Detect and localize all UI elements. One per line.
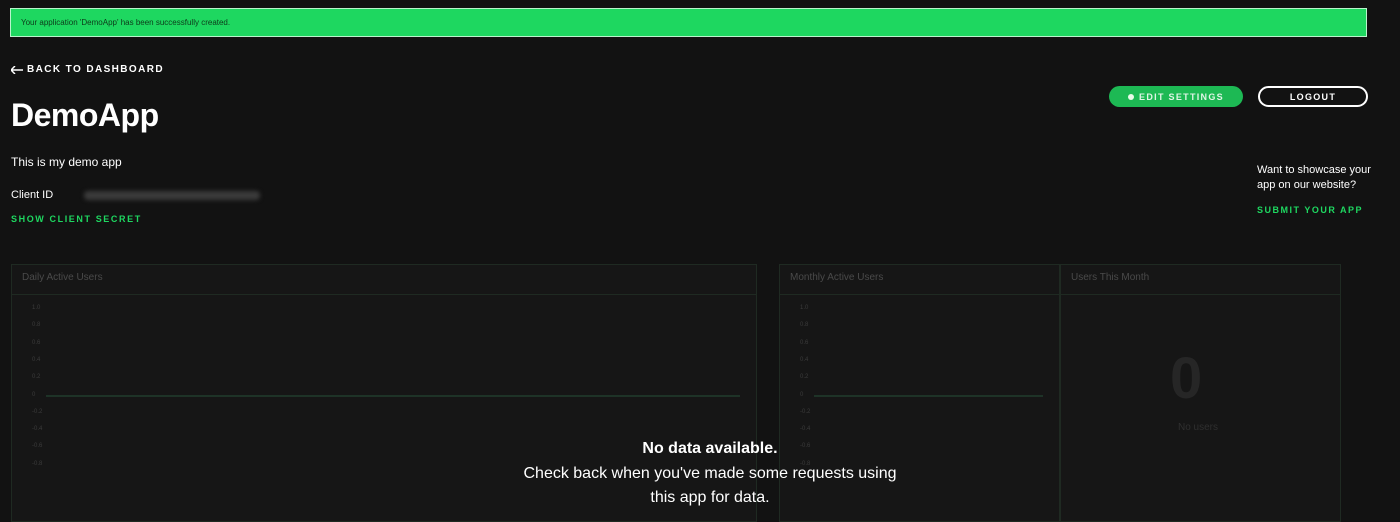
empty-state-heading: No data available. (642, 440, 778, 457)
panel-title: Daily Active Users (22, 272, 103, 283)
y-tick-label: -0.4 (32, 426, 43, 433)
success-banner: Your application 'DemoApp' has been succ… (10, 8, 1367, 37)
y-tick-label: 0.8 (32, 322, 41, 329)
y-tick-label: -0.6 (32, 443, 43, 450)
panel-header: Users This Month (1061, 265, 1340, 295)
y-tick-label: -0.4 (800, 426, 811, 433)
y-tick-label: 1.0 (800, 305, 809, 311)
showcase-text: Want to showcase your app on our website… (1257, 164, 1371, 191)
y-tick-label: 0.6 (32, 339, 41, 346)
empty-state: No data available. Check back when you'v… (520, 440, 900, 510)
edit-settings-label: EDIT SETTINGS (1139, 91, 1224, 102)
y-tick-label: 0 (800, 391, 804, 398)
y-tick-label: 0.8 (800, 322, 809, 329)
y-tick-label: -0.8 (32, 460, 43, 467)
panel-header: Monthly Active Users (780, 265, 1059, 295)
y-tick-label: 0.2 (800, 374, 809, 381)
panel-title: Monthly Active Users (790, 272, 884, 283)
panel-title: Users This Month (1071, 272, 1150, 283)
y-tick-label: -0.2 (32, 408, 43, 415)
y-tick-label: 0.4 (800, 356, 809, 363)
show-client-secret-link[interactable]: SHOW CLIENT SECRET (11, 214, 142, 224)
submit-app-link[interactable]: SUBMIT YOUR APP (1257, 205, 1363, 215)
series-line (46, 394, 740, 397)
series-line (814, 394, 1043, 397)
panel-header: Daily Active Users (12, 265, 756, 295)
y-tick-label: -0.2 (800, 408, 811, 415)
empty-state-body: Check back when you've made some request… (523, 465, 897, 506)
y-tick-label: 0 (32, 391, 36, 398)
y-tick-label: 0.2 (32, 374, 41, 381)
app-description: This is my demo app (11, 155, 122, 169)
y-tick-label: 0.6 (800, 339, 809, 346)
success-message: Your application 'DemoApp' has been succ… (21, 18, 231, 27)
app-title: DemoApp (11, 97, 159, 133)
logout-button[interactable]: LOGOUT (1258, 86, 1368, 107)
client-id-label: Client ID (11, 189, 54, 201)
back-label: BACK TO DASHBOARD (27, 64, 164, 75)
client-id-value-redacted (84, 191, 260, 200)
settings-dot-icon (1128, 93, 1135, 100)
y-tick-label: 1.0 (32, 305, 41, 311)
edit-settings-button[interactable]: EDIT SETTINGS (1109, 86, 1243, 107)
users-count: 0 (1170, 346, 1203, 411)
y-tick-label: 0.4 (32, 356, 41, 363)
back-to-dashboard-link[interactable]: BACK TO DASHBOARD (11, 64, 164, 75)
no-users-caption: No users (1178, 422, 1219, 433)
arrow-left-icon (11, 65, 23, 74)
